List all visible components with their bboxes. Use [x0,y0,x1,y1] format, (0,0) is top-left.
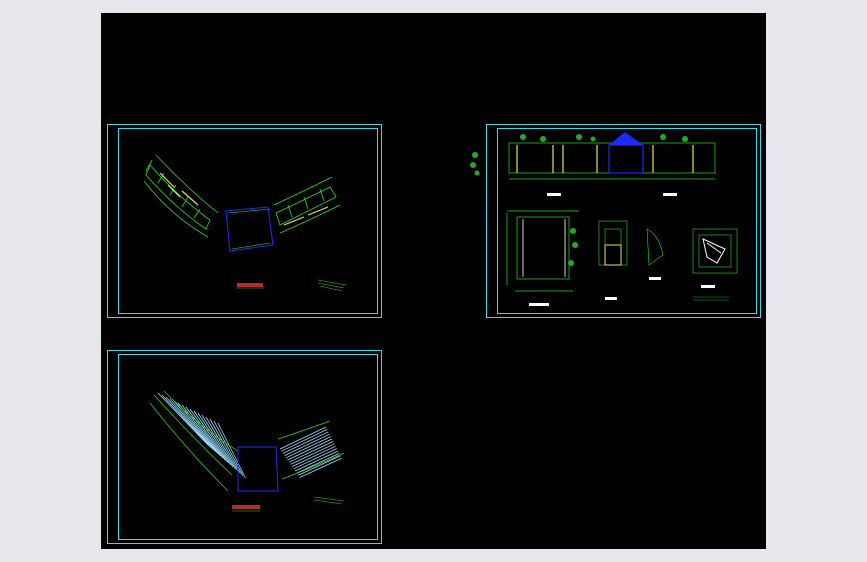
roof-rafter-right [281,429,328,452]
pergola-plan-drawing [143,154,347,292]
elevation-labels [547,193,677,196]
detail-3-label [701,285,715,288]
roof-rafter-right [299,457,342,478]
roof-rafter-right [297,455,341,476]
roof-title-mark [232,505,260,512]
detail-2-label [649,277,661,280]
roof-rafter-right [296,453,340,474]
pergola-roof-drawing [149,390,345,512]
roof-rafter-left [177,402,221,457]
roof-rafter-left [189,408,229,463]
roof-rafter-left [173,400,219,455]
plan-title-mark [236,283,264,289]
roof-rafter-right [294,450,339,472]
cad-drawing-viewport[interactable] [101,13,766,549]
pergola-elevation-drawing [470,132,738,306]
detail-1-label [605,297,617,300]
drawing-sheet-elevations[interactable] [470,124,761,318]
section-label [529,303,549,306]
drawing-sheet-roof-plan[interactable] [107,350,382,544]
pavilion-roof-shape [609,132,643,145]
roof-rafter-left [157,392,209,446]
roof-rafter-left [165,396,214,450]
drawing-sheet-plan[interactable] [107,124,382,318]
